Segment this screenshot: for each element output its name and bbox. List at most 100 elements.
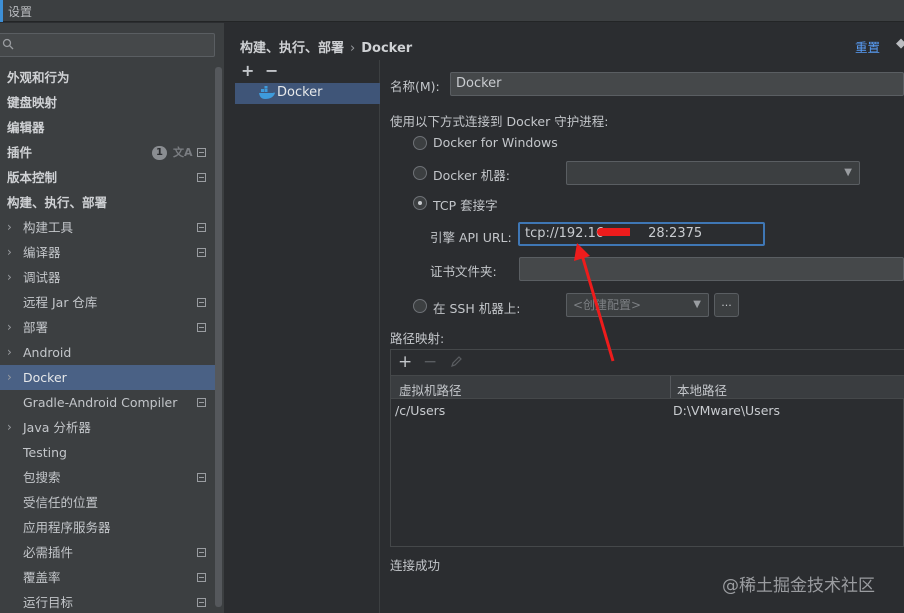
search-icon — [2, 38, 14, 50]
sidebar-item-label: Docker — [23, 370, 67, 385]
cell-vm-path: /c/Users — [395, 403, 446, 418]
sidebar-item[interactable]: 必需插件 — [0, 540, 222, 565]
project-scope-icon — [197, 598, 206, 607]
project-scope-icon — [197, 398, 206, 407]
chevron-right-icon[interactable]: › — [7, 415, 12, 440]
engine-url-label: 引擎 API URL: — [430, 230, 512, 245]
sidebar-item-label: 版本控制 — [7, 170, 58, 185]
option-docker-machine-label: Docker 机器: — [433, 168, 510, 183]
table-row[interactable]: /c/Users D:\VMware\Users — [391, 400, 904, 422]
sidebar-item[interactable]: › Docker — [0, 365, 222, 390]
sidebar-item[interactable]: 受信任的位置 — [0, 490, 222, 515]
connect-label: 使用以下方式连接到 Docker 守护进程: — [390, 114, 609, 129]
column-divider[interactable] — [670, 376, 671, 398]
sidebar-item[interactable]: 远程 Jar 仓库 — [0, 290, 222, 315]
chevron-right-icon[interactable]: › — [7, 365, 12, 390]
sidebar-item-label: 必需插件 — [23, 545, 74, 560]
project-scope-icon — [197, 573, 206, 582]
radio-tcp-socket[interactable] — [413, 196, 427, 210]
sidebar-item[interactable]: 外观和行为 — [0, 65, 222, 90]
translate-icon: 文A — [173, 146, 193, 159]
engine-url-value-end: 28:2375 — [648, 226, 703, 241]
update-count-badge: 1 — [152, 146, 167, 160]
chevron-right-icon[interactable]: › — [7, 215, 12, 240]
breadcrumb-separator: › — [350, 41, 356, 56]
radio-docker-machine[interactable] — [413, 166, 427, 180]
sidebar-item[interactable]: 键盘映射 — [0, 90, 222, 115]
connection-status: 连接成功 — [390, 558, 441, 573]
table-toolbar: + − — [391, 350, 904, 375]
sidebar-item-label: 键盘映射 — [7, 95, 58, 110]
sidebar-item[interactable]: 构建、执行、部署 — [0, 190, 222, 215]
option-docker-windows-label: Docker for Windows — [433, 135, 558, 150]
sidebar-item-label: 覆盖率 — [23, 570, 61, 585]
sidebar-item-label: 调试器 — [23, 270, 61, 285]
sidebar-item[interactable]: 运行目标 — [0, 590, 222, 613]
column-header-local-path[interactable]: 本地路径 — [677, 380, 727, 399]
sidebar-item[interactable]: › 构建工具 — [0, 215, 222, 240]
sidebar-item[interactable]: 应用程序服务器 — [0, 515, 222, 540]
breadcrumb: 构建、执行、部署 › Docker — [240, 37, 412, 56]
chevron-right-icon[interactable]: › — [7, 340, 12, 365]
sidebar-item-label: Android — [23, 345, 72, 360]
docker-icon — [259, 86, 275, 99]
server-list-panel — [224, 60, 380, 613]
sidebar-item-label: 远程 Jar 仓库 — [23, 295, 98, 310]
sidebar-item[interactable]: › Java 分析器 — [0, 415, 222, 440]
sidebar-item[interactable]: › Android — [0, 340, 222, 365]
sidebar-item-label: Gradle-Android Compiler — [23, 395, 178, 410]
sidebar-item[interactable]: 包搜索 — [0, 465, 222, 490]
chevron-right-icon[interactable]: › — [7, 315, 12, 340]
remove-server-button[interactable]: − — [265, 61, 278, 80]
search-input[interactable] — [0, 33, 215, 57]
sidebar-item[interactable]: Testing — [0, 440, 222, 465]
sidebar-item[interactable]: Gradle-Android Compiler — [0, 390, 222, 415]
sidebar-item[interactable]: 覆盖率 — [0, 565, 222, 590]
annotation-arrow — [574, 228, 630, 362]
project-scope-icon — [197, 298, 206, 307]
engine-url-field[interactable]: tcp://192.16 28:2375 — [518, 222, 765, 246]
sidebar-item[interactable]: › 部署 — [0, 315, 222, 340]
sidebar-item-label: 部署 — [23, 320, 49, 335]
name-field[interactable]: Docker — [450, 72, 904, 96]
sidebar-item[interactable]: › 编译器 — [0, 240, 222, 265]
sidebar-item-label: 构建工具 — [23, 220, 74, 235]
sidebar-item[interactable]: › 调试器 — [0, 265, 222, 290]
add-server-button[interactable]: + — [241, 61, 254, 80]
reset-link[interactable]: 重置 — [855, 37, 880, 56]
sidebar-item[interactable]: 插件 1 文A — [0, 140, 222, 165]
ssh-browse-button[interactable]: ... — [714, 293, 739, 317]
project-scope-icon — [197, 548, 206, 557]
forward-icon[interactable]: ◆ — [896, 36, 904, 51]
sidebar-item-label: Testing — [23, 445, 67, 460]
column-header-vm-path[interactable]: 虚拟机路径 — [399, 380, 462, 399]
redaction-mark — [597, 228, 630, 236]
sidebar-item[interactable]: 版本控制 — [0, 165, 222, 190]
breadcrumb-parent[interactable]: 构建、执行、部署 — [240, 41, 344, 56]
chevron-down-icon: ▼ — [693, 299, 701, 310]
remove-mapping-button[interactable]: − — [423, 352, 437, 372]
sidebar-item-label: 编辑器 — [7, 120, 45, 135]
add-mapping-button[interactable]: + — [398, 352, 412, 372]
project-scope-icon — [197, 473, 206, 482]
radio-ssh-machine[interactable] — [413, 299, 427, 313]
breadcrumb-current: Docker — [361, 41, 413, 56]
chevron-right-icon[interactable]: › — [7, 240, 12, 265]
cell-local-path: D:\VMware\Users — [673, 403, 781, 418]
sidebar-item-label: 插件 — [7, 145, 33, 160]
docker-machine-select[interactable]: ▼ — [566, 161, 860, 185]
edit-icon[interactable] — [450, 355, 463, 368]
chevron-down-icon: ▼ — [844, 167, 852, 178]
sidebar-scrollbar[interactable] — [215, 67, 222, 607]
radio-docker-windows[interactable] — [413, 136, 427, 150]
sidebar-item-label: 受信任的位置 — [23, 495, 99, 510]
sidebar-item-label: Java 分析器 — [23, 420, 91, 435]
server-item-label: Docker — [277, 85, 323, 100]
sidebar-item[interactable]: 编辑器 — [0, 115, 222, 140]
chevron-right-icon[interactable]: › — [7, 265, 12, 290]
project-scope-icon — [197, 223, 206, 232]
cert-folder-label: 证书文件夹: — [430, 264, 497, 279]
path-mapping-label: 路径映射: — [390, 331, 445, 346]
sidebar-item-label: 应用程序服务器 — [23, 520, 111, 535]
server-item-docker[interactable]: Docker — [235, 83, 380, 104]
